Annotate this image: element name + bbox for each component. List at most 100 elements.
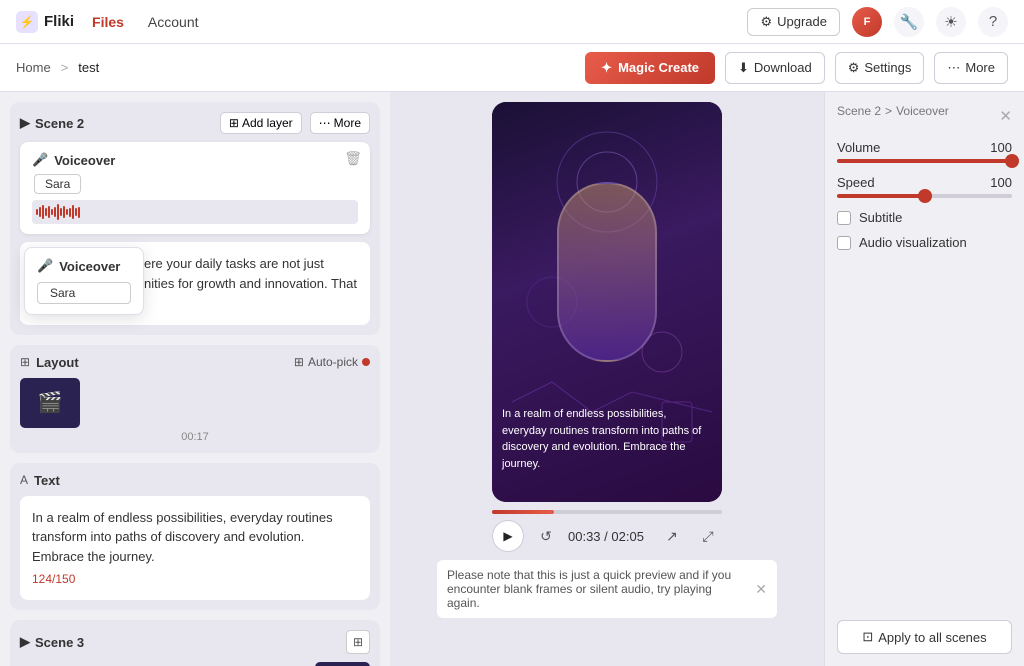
scene2-play-icon: ▶ [20,115,30,131]
preview-note-close[interactable]: ✕ [755,581,767,598]
layout-thumbnail[interactable]: 🎬 [20,378,80,428]
progress-fill [492,510,554,514]
layout-thumb-container: 🎬 00:17 [20,378,370,443]
nav-links: Files Account [90,14,201,30]
text-icon: A [20,473,28,487]
nav-files[interactable]: Files [90,14,126,30]
waveform-bar [54,207,56,217]
waveform-bar [45,208,47,216]
voiceover-header: 🎤 Voiceover [32,152,358,168]
settings-button[interactable]: ⚙ Settings [835,52,925,84]
volume-value: 100 [990,140,1012,155]
share-button[interactable]: ↗ [658,522,686,550]
right-breadcrumb: Scene 2 > Voiceover [837,104,949,118]
waveform-bar [60,208,62,216]
apply-section: ⊡ Apply to all scenes [837,620,1012,654]
apply-button[interactable]: ⊡ Apply to all scenes [837,620,1012,654]
progress-bar[interactable] [492,510,722,514]
tools-icon-btn[interactable]: 🔧 [894,7,924,37]
upgrade-button[interactable]: ⚙ Upgrade [747,8,840,36]
audio-vis-row: Audio visualization [837,235,1012,250]
voiceover-popup: 🎤 Voiceover Sara [24,247,144,315]
preview-note-text: Please note that this is just a quick pr… [447,568,747,610]
layout-title: Layout [36,355,288,370]
popup-row: 🎤 Voiceover [37,258,131,274]
more-icon: ⋯ [947,60,960,76]
voiceover-card[interactable]: 🎤 Voiceover Sara 🗑 [20,142,370,234]
right-voiceover-label: Voiceover [896,104,949,118]
auto-pick[interactable]: ⊞ Auto-pick [294,355,370,369]
layout-section: ⊞ Layout ⊞ Auto-pick 🎬 00:17 [10,345,380,453]
main-layout: ▶ Scene 2 ⊞ Add layer ⋯ More 🎤 Voiceover [0,92,1024,666]
waveform-bar [63,206,65,218]
waveform-bar [72,205,74,219]
topnav-right: ⚙ Upgrade F 🔧 ☀ ? [747,7,1008,37]
subtitle-checkbox[interactable] [837,211,851,225]
audio-vis-label: Audio visualization [859,235,967,250]
speed-slider[interactable] [837,194,1012,198]
avatar[interactable]: F [852,7,882,37]
text-header: A Text [20,473,370,488]
voiceover-icon: 🎤 [32,152,48,168]
preview-note: Please note that this is just a quick pr… [437,560,777,618]
upgrade-label: Upgrade [777,14,827,29]
more-button[interactable]: ⋯ More [934,52,1008,84]
left-panel: ▶ Scene 2 ⊞ Add layer ⋯ More 🎤 Voiceover [0,92,390,666]
help-icon-btn[interactable]: ? [978,7,1008,37]
breadcrumb-sep: > [61,60,69,75]
apply-icon: ⊡ [862,629,873,645]
audio-vis-checkbox[interactable] [837,236,851,250]
settings-label: Settings [864,60,911,75]
magic-create-label: Magic Create [618,60,699,75]
magic-create-button[interactable]: ✦ Magic Create [585,52,715,84]
video-controls-row: ▶ ↺ 00:33 / 02:05 ↗ ⤢ [492,520,722,552]
theme-icon-btn[interactable]: ☀ [936,7,966,37]
volume-row: Volume 100 [837,140,1012,155]
voiceover-delete-icon[interactable]: 🗑 [344,150,362,167]
logo-text: Fliki [44,13,74,30]
waveform-bar [69,208,71,217]
right-sep: > [885,104,892,118]
time-total: 02:05 [611,529,644,544]
text-title: Text [34,473,60,488]
auto-pick-label: Auto-pick [308,355,358,369]
logo-icon: ⚡ [16,11,38,33]
scene2-more-button[interactable]: ⋯ More [310,112,370,134]
waveform-bar [66,209,68,215]
download-icon: ⬇ [738,60,749,76]
replay-button[interactable]: ↺ [532,522,560,550]
play-button[interactable]: ▶ [492,520,524,552]
popup-sara-button[interactable]: Sara [37,282,131,304]
app-logo[interactable]: ⚡ Fliki [16,11,74,33]
voiceover-speaker[interactable]: Sara [34,174,81,194]
apply-label: Apply to all scenes [878,630,986,645]
subtitle-row: Subtitle [837,210,1012,225]
nav-account[interactable]: Account [146,14,201,30]
time-display: 00:33 / 02:05 [568,529,650,544]
waveform-bar [36,209,38,215]
scene3-thumbnail: 🎬 [315,662,370,666]
layout-time: 00:17 [20,431,370,443]
text-area[interactable]: In a realm of endless possibilities, eve… [20,496,370,601]
waveform-bar [42,205,44,219]
right-panel-close[interactable]: ✕ [999,107,1012,125]
video-preview: In a realm of endless possibilities, eve… [492,102,722,502]
volume-fill [837,159,1012,163]
volume-slider[interactable] [837,159,1012,163]
breadcrumb-home[interactable]: Home [16,60,51,75]
voiceover-waveform [32,200,358,224]
scene2-more-icon: ⋯ [319,116,331,130]
waveform-bar [75,208,77,216]
subtitle-label: Subtitle [859,210,902,225]
add-layer-button[interactable]: ⊞ Add layer [220,112,302,134]
scene2-title: ▶ Scene 2 [20,115,212,131]
fullscreen-button[interactable]: ⤢ [694,522,722,550]
time-current: 00:33 [568,529,601,544]
scene3-section: ▶ Scene 3 ⊞ AI is not just a tool; it's … [10,620,380,666]
video-subtitle-text: In a realm of endless possibilities, eve… [502,408,701,470]
popup-voiceover-label: Voiceover [59,259,120,274]
speed-label: Speed [837,175,875,190]
download-button[interactable]: ⬇ Download [725,52,825,84]
voiceover-label: Voiceover [54,153,115,168]
scene3-action-btn[interactable]: ⊞ [346,630,370,654]
